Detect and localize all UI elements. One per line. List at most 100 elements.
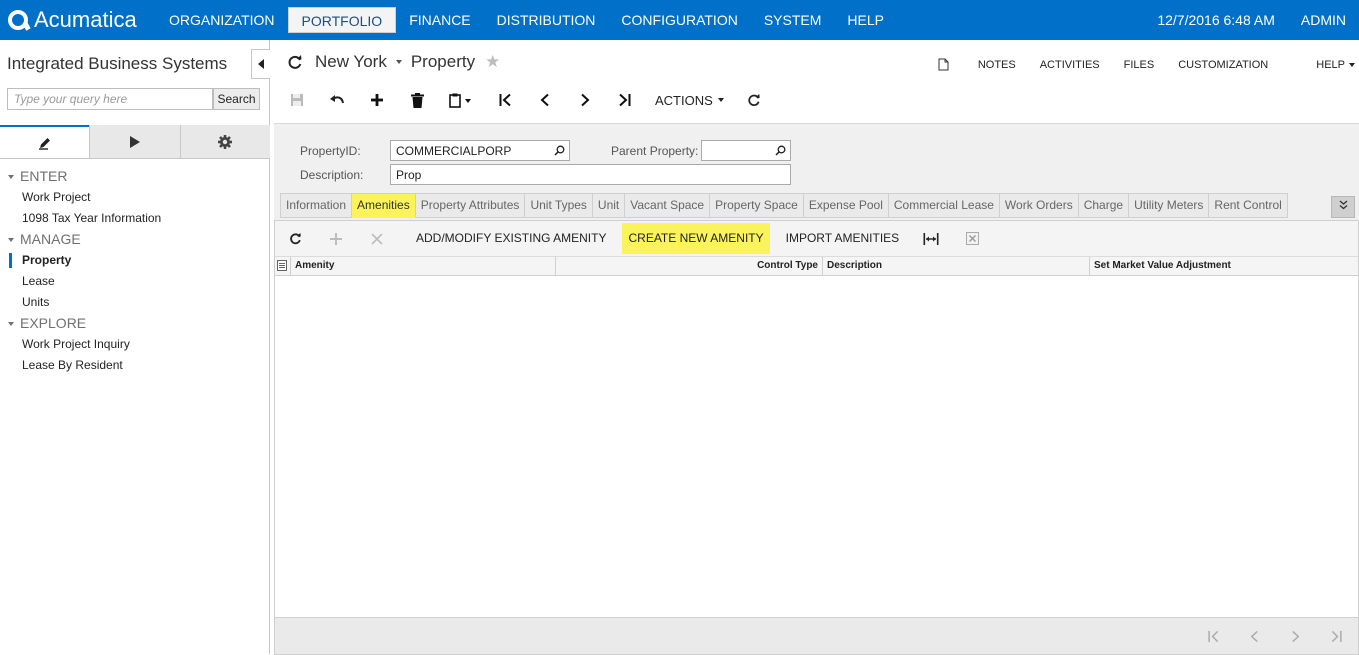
group-manage[interactable]: MANAGE xyxy=(0,229,270,250)
grid-header: Amenity Control Type Description Set Mar… xyxy=(275,257,1358,276)
grid-body[interactable] xyxy=(275,276,1358,617)
tab-work-orders[interactable]: Work Orders xyxy=(999,193,1079,218)
help-menu[interactable]: HELP xyxy=(1292,58,1355,71)
tab-unit[interactable]: Unit xyxy=(592,193,626,218)
first-icon xyxy=(499,93,511,107)
previous-page-button[interactable] xyxy=(1244,626,1264,646)
last-record-button[interactable] xyxy=(615,90,635,110)
grid-delete-button[interactable] xyxy=(369,231,385,247)
property-id-field[interactable]: COMMERCIALPORP xyxy=(390,140,570,161)
column-header-description[interactable]: Description xyxy=(823,257,1090,276)
note-icon xyxy=(938,58,949,71)
nav-finance[interactable]: FINANCE xyxy=(396,7,483,33)
add-modify-existing-amenity-button[interactable]: ADD/MODIFY EXISTING AMENITY xyxy=(410,223,612,254)
actions-menu[interactable]: ACTIONS xyxy=(655,93,724,108)
nav-organization[interactable]: ORGANIZATION xyxy=(156,7,288,33)
group-enter[interactable]: ENTER xyxy=(0,166,270,187)
grid-menu-icon xyxy=(277,260,287,271)
sidebar-item-lease[interactable]: Lease xyxy=(0,271,270,292)
first-page-button[interactable] xyxy=(1203,626,1223,646)
location-selector[interactable]: New York xyxy=(315,52,387,72)
tab-bar: Information Amenities Property Attribute… xyxy=(280,193,1288,218)
search-button[interactable]: Search xyxy=(213,88,260,110)
caret-down-icon[interactable] xyxy=(395,60,402,64)
export-excel-button[interactable] xyxy=(964,231,980,247)
next-page-button[interactable] xyxy=(1285,626,1305,646)
tab-utility-meters[interactable]: Utility Meters xyxy=(1129,193,1210,218)
sidebar-item-work-project-inquiry[interactable]: Work Project Inquiry xyxy=(0,334,270,355)
refresh-button[interactable] xyxy=(744,90,764,110)
last-page-button[interactable] xyxy=(1326,626,1346,646)
star-icon[interactable]: ★ xyxy=(485,52,500,72)
search-icon[interactable] xyxy=(775,145,786,156)
sidebar-item-work-project[interactable]: Work Project xyxy=(0,187,270,208)
tab-overflow-button[interactable] xyxy=(1331,196,1355,218)
sidebar-item-lease-by-resident[interactable]: Lease By Resident xyxy=(0,355,270,376)
nav-distribution[interactable]: DISTRIBUTION xyxy=(484,7,609,33)
undo-button[interactable] xyxy=(327,90,347,110)
last-icon xyxy=(619,93,631,107)
next-record-button[interactable] xyxy=(575,90,595,110)
column-header-set-market-value-adjustment[interactable]: Set Market Value Adjustment xyxy=(1090,257,1358,276)
files-link[interactable]: FILES xyxy=(1124,58,1155,71)
nav-help[interactable]: HELP xyxy=(834,7,897,33)
tab-charge[interactable]: Charge xyxy=(1078,193,1130,218)
previous-record-button[interactable] xyxy=(535,90,555,110)
tab-edit[interactable] xyxy=(0,125,90,158)
tab-run[interactable] xyxy=(89,125,180,158)
row-selector-header[interactable] xyxy=(275,257,291,276)
delete-button[interactable] xyxy=(407,90,427,110)
customization-link[interactable]: CUSTOMIZATION xyxy=(1178,58,1268,71)
grid-pager xyxy=(275,617,1358,654)
add-button[interactable] xyxy=(367,90,387,110)
column-header-amenity[interactable]: Amenity xyxy=(291,257,556,276)
tab-vacant-space[interactable]: Vacant Space xyxy=(625,193,711,218)
close-icon xyxy=(371,232,383,245)
caret-down-icon xyxy=(8,321,14,326)
caret-down-icon xyxy=(8,174,14,179)
create-new-amenity-button[interactable]: CREATE NEW AMENITY xyxy=(622,223,770,254)
grid-refresh-button[interactable] xyxy=(287,231,303,247)
left-sidebar: Integrated Business Systems Type your qu… xyxy=(0,40,270,654)
form-area: PropertyID: COMMERCIALPORP Parent Proper… xyxy=(274,123,1359,655)
nav-portfolio[interactable]: PORTFOLIO xyxy=(287,7,397,33)
tab-unit-types[interactable]: Unit Types xyxy=(525,193,593,218)
notes-link[interactable]: NOTES xyxy=(938,58,1016,71)
tab-property-attributes[interactable]: Property Attributes xyxy=(415,193,526,218)
tab-settings[interactable] xyxy=(179,125,270,158)
refresh-icon[interactable] xyxy=(287,54,303,70)
acumatica-logo[interactable]: Acumatica xyxy=(0,7,156,33)
trash-icon xyxy=(410,92,424,108)
column-header-control-type[interactable]: Control Type xyxy=(556,257,823,276)
first-record-button[interactable] xyxy=(495,90,515,110)
grid-add-button[interactable] xyxy=(328,231,344,247)
top-navigation-bar: Acumatica ORGANIZATION PORTFOLIO FINANCE… xyxy=(0,0,1359,40)
refresh-icon xyxy=(748,93,760,106)
collapse-sidebar-button[interactable] xyxy=(251,49,270,79)
tab-amenities[interactable]: Amenities xyxy=(352,193,416,218)
fit-columns-button[interactable] xyxy=(923,231,939,247)
search-input[interactable]: Type your query here xyxy=(7,88,213,110)
user-menu[interactable]: ADMIN xyxy=(1301,12,1346,28)
nav-system[interactable]: SYSTEM xyxy=(751,7,835,33)
datetime-display[interactable]: 12/7/2016 6:48 AM xyxy=(1157,12,1275,28)
import-amenities-button[interactable]: IMPORT AMENITIES xyxy=(780,223,906,254)
save-button[interactable] xyxy=(287,90,307,110)
tab-information[interactable]: Information xyxy=(280,193,353,218)
search-icon[interactable] xyxy=(554,145,565,156)
paste-button[interactable] xyxy=(447,90,475,110)
sidebar-item-1098-tax-year[interactable]: 1098 Tax Year Information xyxy=(0,208,270,229)
tab-property-space[interactable]: Property Space xyxy=(710,193,804,218)
save-icon xyxy=(291,94,303,106)
tab-commercial-lease[interactable]: Commercial Lease xyxy=(888,193,1000,218)
description-field[interactable]: Prop xyxy=(390,164,791,185)
sidebar-item-units[interactable]: Units xyxy=(0,292,270,313)
tab-expense-pool[interactable]: Expense Pool xyxy=(803,193,889,218)
activities-link[interactable]: ACTIVITIES xyxy=(1040,58,1100,71)
nav-configuration[interactable]: CONFIGURATION xyxy=(608,7,750,33)
excel-icon xyxy=(965,232,979,245)
sidebar-item-property[interactable]: Property xyxy=(0,250,270,271)
parent-property-field[interactable] xyxy=(701,140,791,161)
group-explore[interactable]: EXPLORE xyxy=(0,313,270,334)
tab-rent-control[interactable]: Rent Control xyxy=(1209,193,1288,218)
